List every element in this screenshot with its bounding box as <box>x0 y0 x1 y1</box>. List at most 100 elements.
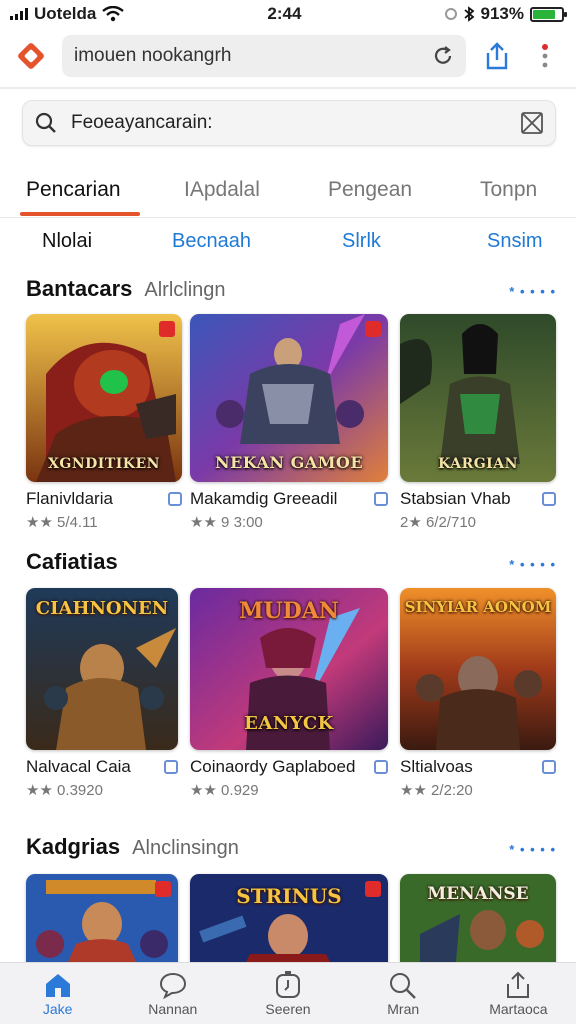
install-icon[interactable] <box>374 492 388 506</box>
game-card[interactable]: MUDAN EANYCK Coinaordy Gaplaboed ★★ 0.92… <box>190 588 388 799</box>
game-rating: ★★ 0.3920 <box>26 782 103 799</box>
game-thumbnail: NEKAN GAMOE <box>190 314 388 482</box>
game-rating: ★★ 0.929 <box>190 782 259 799</box>
thumbnail-label: KARGIAN <box>438 456 518 472</box>
nav-chat[interactable]: Nannan <box>115 963 230 1024</box>
thumbnail-title: MENANSE <box>427 884 529 904</box>
alarm-icon <box>444 8 457 20</box>
nav-label: Martaoca <box>489 1000 548 1017</box>
battery-percent: 913% <box>480 4 524 23</box>
thumbnail-label: XGNDITIKEN <box>48 456 160 472</box>
game-card[interactable]: CIAHNONEN Nalvacal Caia ★★ 0.3920 <box>26 588 178 799</box>
game-card[interactable]: XGNDITIKEN Flanivldaria ★★ 5/4.11 <box>26 314 182 531</box>
subtab-snsim[interactable]: Snsim <box>487 230 543 253</box>
nav-label: Mran <box>387 1000 420 1017</box>
thumbnail-title: STRINUS <box>236 884 342 908</box>
nav-search[interactable]: Mran <box>346 963 461 1024</box>
game-thumbnail: MENANSE <box>400 874 556 962</box>
game-card[interactable]: KARGIAN Stabsian Vhab 2★ 6/2/710 <box>400 314 556 531</box>
thumbnail-title: SINYIAR AONOM <box>404 598 552 616</box>
reload-icon[interactable] <box>432 45 454 67</box>
nav-label: Seeren <box>265 1000 311 1017</box>
install-icon[interactable] <box>542 760 556 774</box>
thumbnail-label: EANYCK <box>244 713 334 734</box>
share-icon[interactable] <box>480 39 514 73</box>
subtab-slrlk[interactable]: Slrlk <box>342 230 381 253</box>
game-name: Coinaordy Gaplaboed <box>190 757 356 776</box>
game-rating: 2★ 6/2/710 <box>400 514 477 531</box>
signal-icon <box>10 8 28 20</box>
filter-subtabs: Nlolai Becnaah Slrlk Snsim <box>0 226 576 260</box>
game-card[interactable] <box>26 874 178 962</box>
game-thumbnail: CIAHNONEN <box>26 588 178 750</box>
browser-toolbar: imouen nookangrh <box>0 30 576 82</box>
category-tabs: Pencarian IApdalal Pengean Tonpn <box>0 168 576 218</box>
search-icon <box>390 972 417 999</box>
see-more-link[interactable]: * • • • • <box>509 284 556 299</box>
section-subtitle: Alrlclingn <box>144 279 226 301</box>
game-card[interactable]: MENANSE <box>400 874 556 962</box>
see-more-link[interactable]: * • • • • <box>509 557 556 572</box>
game-thumbnail <box>26 874 178 962</box>
bluetooth-icon <box>463 6 474 22</box>
badge-icon <box>159 321 175 337</box>
install-icon[interactable] <box>164 760 178 774</box>
tab-pengean[interactable]: Pengean <box>328 178 412 202</box>
more-menu-icon[interactable] <box>528 39 562 73</box>
tabs-divider <box>0 217 576 218</box>
see-more-link[interactable]: * • • • • <box>509 842 556 857</box>
status-bar: Uotelda 2:44 913% <box>0 0 576 28</box>
app-logo-icon[interactable] <box>14 39 48 73</box>
nav-label: Jake <box>42 1000 73 1017</box>
game-thumbnail: MUDAN EANYCK <box>190 588 388 750</box>
section-header: Cafiatias * • • • • <box>26 549 556 579</box>
battery-icon <box>529 6 567 22</box>
search-icon <box>35 112 56 133</box>
game-rating: ★★ 9 3:00 <box>190 514 263 531</box>
active-tab-indicator <box>20 212 140 216</box>
subtab-nlolai[interactable]: Nlolai <box>42 230 92 253</box>
game-card[interactable]: STRINUS <box>190 874 388 962</box>
install-icon[interactable] <box>168 492 182 506</box>
thumbnail-label: NEKAN GAMOE <box>214 453 364 472</box>
install-icon[interactable] <box>542 492 556 506</box>
thumbnail-title: CIAHNONEN <box>35 598 169 619</box>
address-bar[interactable]: imouen nookangrh <box>62 35 466 77</box>
share-icon <box>507 971 530 998</box>
game-name: Makamdig Greeadil <box>190 489 338 508</box>
section-subtitle: Alnclinsingn <box>132 837 239 859</box>
clear-search-icon[interactable] <box>521 112 543 134</box>
home-icon <box>45 973 70 997</box>
badge-icon <box>155 881 171 897</box>
chat-bubble-icon <box>159 972 186 999</box>
timer-icon <box>276 970 300 998</box>
section-title: Cafiatias <box>26 549 118 574</box>
tab-tonpn[interactable]: Tonpn <box>480 178 537 202</box>
search-bar[interactable]: Feoeayancarain: <box>22 100 556 146</box>
url-text: imouen nookangrh <box>74 45 232 66</box>
tab-apdalal[interactable]: IApdalal <box>184 178 260 202</box>
game-thumbnail: SINYIAR AONOM <box>400 588 556 750</box>
nav-share[interactable]: Martaoca <box>461 963 576 1024</box>
game-thumbnail: STRINUS <box>190 874 388 962</box>
game-thumbnail: KARGIAN <box>400 314 556 482</box>
subtab-becnaah[interactable]: Becnaah <box>172 230 251 253</box>
search-input[interactable]: Feoeayancarain: <box>71 112 507 134</box>
carrier-label: Uotelda <box>34 4 97 23</box>
tab-pencarian[interactable]: Pencarian <box>26 178 121 202</box>
thumbnail-title: MUDAN <box>239 598 339 624</box>
game-name: Sltialvoas <box>400 757 473 776</box>
install-icon[interactable] <box>374 760 388 774</box>
game-rating: ★★ 2/2:20 <box>400 782 473 799</box>
game-card[interactable]: SINYIAR AONOM Sltialvoas ★★ 2/2:20 <box>400 588 556 799</box>
game-rating: ★★ 5/4.11 <box>26 514 98 531</box>
badge-icon <box>365 321 381 337</box>
game-card[interactable]: NEKAN GAMOE Makamdig Greeadil ★★ 9 3:00 <box>190 314 388 531</box>
nav-timer[interactable]: Seeren <box>230 963 345 1024</box>
wifi-icon <box>102 6 125 22</box>
game-thumbnail: XGNDITIKEN <box>26 314 182 482</box>
nav-home[interactable]: Jake <box>0 963 115 1024</box>
game-name: Stabsian Vhab <box>400 489 511 508</box>
section-title: Kadgrias <box>26 834 121 859</box>
toolbar-divider <box>0 87 576 89</box>
